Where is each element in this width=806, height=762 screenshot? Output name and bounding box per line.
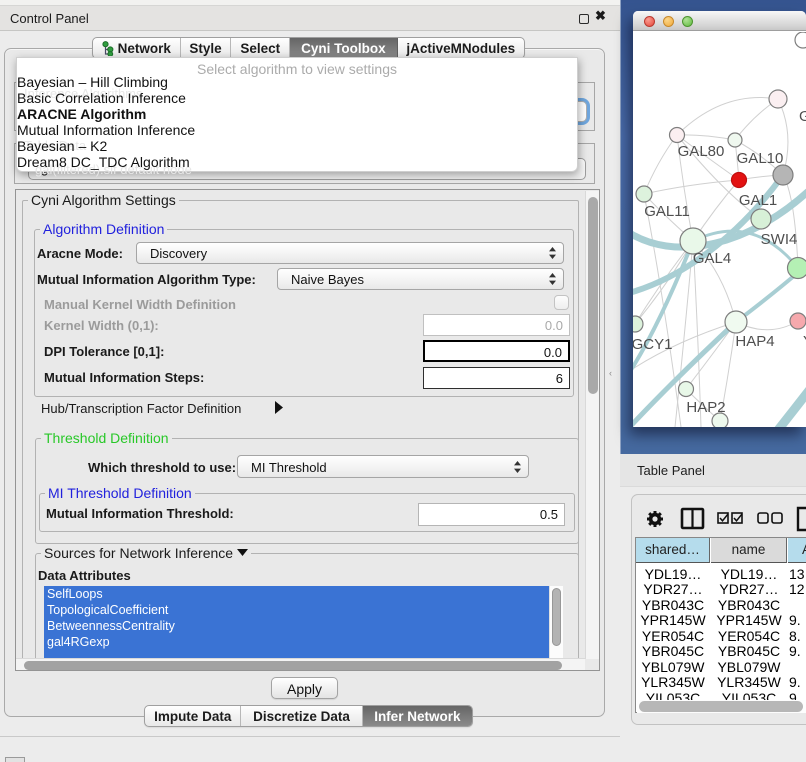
svg-text:HAP4: HAP4 (735, 333, 774, 350)
svg-text:GCY1: GCY1 (633, 336, 672, 353)
svg-text:SWI4: SWI4 (761, 231, 798, 248)
svg-text:GAL80: GAL80 (678, 143, 725, 160)
svg-text:GAL1: GAL1 (739, 192, 777, 209)
svg-text:GAL7: GAL7 (799, 108, 806, 125)
svg-text:GAL11: GAL11 (644, 203, 690, 220)
svg-text:HAP2: HAP2 (686, 399, 725, 416)
svg-text:GAL4: GAL4 (693, 250, 731, 267)
svg-text:GAL10: GAL10 (737, 150, 784, 167)
